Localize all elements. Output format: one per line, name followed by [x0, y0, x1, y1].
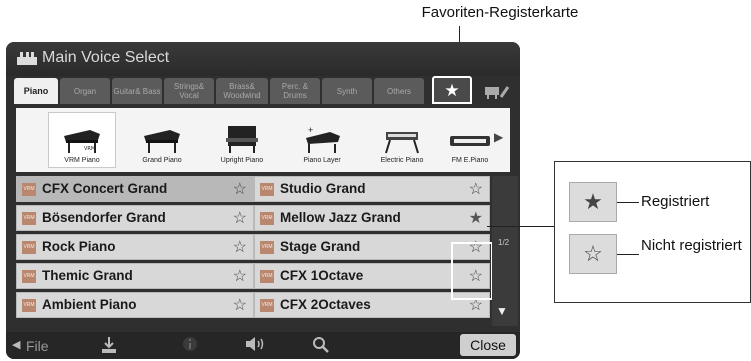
vrm-badge: VRM — [22, 212, 36, 225]
legend-leader-line — [487, 226, 554, 227]
voice-row[interactable]: VRM Mellow Jazz Grand ★ — [254, 205, 490, 231]
voice-row[interactable]: VRM Themic Grand ☆ — [16, 263, 254, 289]
favorite-star-icon[interactable]: ☆ — [233, 266, 247, 286]
favorite-tab-callout: Favoriten-Registerkarte — [421, 4, 579, 21]
tab-organ[interactable]: Organ — [60, 78, 110, 104]
favorite-star-icon[interactable]: ☆ — [233, 295, 247, 315]
category-label: FM E.Piano — [451, 157, 489, 164]
not-registered-label: Nicht registriert — [641, 237, 742, 254]
category-electric-piano[interactable]: Electric Piano — [368, 112, 436, 168]
vrm-badge: VRM — [22, 299, 36, 312]
search-icon[interactable] — [312, 336, 330, 358]
legend-pointer-line — [617, 254, 639, 255]
piano-layer-icon: + — [299, 124, 345, 154]
category-tabs: Piano Organ Guitar& Bass Strings& Vocal … — [14, 76, 512, 106]
category-piano-layer[interactable]: + Piano Layer — [288, 112, 356, 168]
music-stand-icon[interactable] — [484, 83, 510, 102]
voice-row[interactable]: VRM Rock Piano ☆ — [16, 234, 254, 260]
favorite-star-icon[interactable]: ☆ — [469, 179, 483, 199]
voice-name: Studio Grand — [280, 181, 366, 196]
voice-name: CFX Concert Grand — [42, 181, 168, 196]
voice-name: CFX 1Octave — [280, 268, 364, 283]
voice-name: Rock Piano — [42, 239, 116, 254]
vrm-badge: VRM — [260, 241, 274, 254]
voice-row[interactable]: VRM Bösendorfer Grand ☆ — [16, 205, 254, 231]
tab-perc-drums[interactable]: Perc. & Drums — [270, 78, 320, 104]
category-label: Grand Piano — [142, 157, 182, 164]
electric-piano-icon — [379, 124, 425, 154]
category-label: Piano Layer — [303, 157, 341, 164]
registered-star-icon: ★ — [569, 182, 617, 222]
speaker-volume-icon[interactable] — [244, 336, 266, 356]
voice-row[interactable]: VRM Studio Grand ☆ — [254, 176, 490, 202]
voice-row[interactable]: VRM CFX Concert Grand ☆ — [16, 176, 254, 202]
bottom-bar: ◀ File Close — [6, 332, 520, 359]
grand-piano-icon — [139, 124, 185, 154]
voice-row[interactable]: VRM Ambient Piano ☆ — [16, 292, 254, 318]
voice-name: CFX 2Octaves — [280, 297, 371, 312]
window-title: Main Voice Select — [42, 49, 170, 66]
svg-text:+: + — [308, 125, 313, 135]
file-button[interactable]: File — [26, 338, 49, 354]
tab-brass-woodwind[interactable]: Brass& Woodwind — [216, 78, 268, 104]
category-label: Upright Piano — [220, 157, 264, 164]
voice-select-screen: Main Voice Select Piano Organ Guitar& Ba… — [6, 42, 520, 359]
star-legend: ★ Registriert ☆ Nicht registriert — [554, 161, 751, 303]
legend-pointer-line — [617, 202, 639, 203]
svg-text:VRM: VRM — [84, 146, 95, 152]
vrm-badge: VRM — [260, 183, 274, 196]
vrm-badge: VRM — [22, 183, 36, 196]
favorite-star-icon[interactable]: ☆ — [233, 208, 247, 228]
category-upright-piano[interactable]: Upright Piano — [208, 112, 276, 168]
title-bar: Main Voice Select — [6, 42, 520, 76]
save-icon[interactable] — [100, 336, 118, 358]
favorite-star-icon[interactable]: ☆ — [233, 237, 247, 257]
favorite-star-icon[interactable]: ☆ — [233, 179, 247, 199]
voice-name: Mellow Jazz Grand — [280, 210, 401, 225]
grand-piano-icon: VRM — [59, 124, 105, 154]
vrm-badge: VRM — [22, 270, 36, 283]
close-button[interactable]: Close — [460, 334, 516, 356]
tab-others[interactable]: Others — [374, 78, 424, 104]
vrm-badge: VRM — [260, 270, 274, 283]
category-grand-piano[interactable]: Grand Piano — [128, 112, 196, 168]
registered-label: Registriert — [641, 193, 710, 210]
keyboard-icon — [447, 124, 493, 154]
not-registered-star-icon: ☆ — [569, 234, 617, 274]
voice-name: Ambient Piano — [42, 297, 137, 312]
tab-guitar-bass[interactable]: Guitar& Bass — [112, 78, 162, 104]
vrm-badge: VRM — [260, 299, 274, 312]
upright-piano-icon — [219, 124, 265, 154]
favorite-star-filled-icon[interactable]: ★ — [469, 208, 483, 228]
info-icon[interactable] — [182, 336, 198, 356]
page-indicator: 1/2 — [498, 238, 510, 247]
voice-name: Stage Grand — [280, 239, 361, 254]
vrm-badge: VRM — [260, 212, 274, 225]
category-vrm-piano[interactable]: VRM VRM Piano — [48, 112, 116, 168]
sub-category-strip: VRM VRM Piano Grand Piano Upright Piano … — [16, 108, 510, 172]
tab-strings-vocal[interactable]: Strings& Vocal — [164, 78, 214, 104]
voice-name: Bösendorfer Grand — [42, 210, 166, 225]
voice-name: Themic Grand — [42, 268, 133, 283]
category-label: Electric Piano — [380, 157, 424, 164]
page-down-arrow-icon[interactable]: ▼ — [496, 304, 508, 318]
tab-favorite[interactable]: ★ — [432, 76, 472, 104]
menu-left-arrow-icon[interactable]: ◀ — [12, 338, 20, 351]
star-highlight-frame — [451, 242, 493, 300]
next-arrow-icon[interactable]: ▶ — [494, 130, 503, 144]
vrm-badge: VRM — [22, 241, 36, 254]
keyboard-icon — [16, 49, 38, 69]
tab-piano[interactable]: Piano — [14, 78, 58, 104]
tab-synth[interactable]: Synth — [322, 78, 372, 104]
category-label: VRM Piano — [64, 157, 100, 164]
